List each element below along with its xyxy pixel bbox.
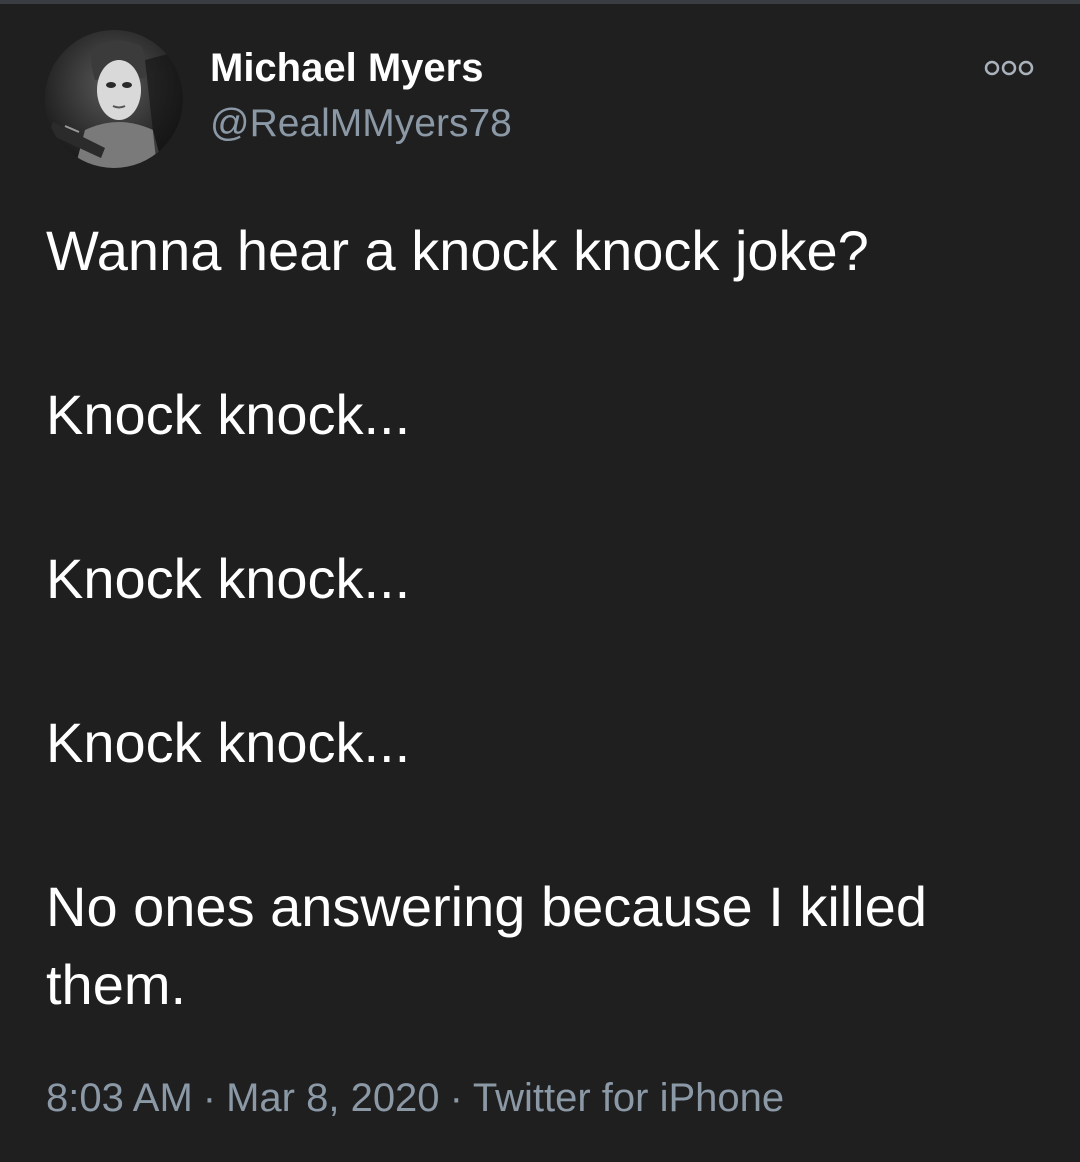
tweet-line: No ones answering because I killed — [46, 875, 927, 938]
tweet-metadata: 8:03 AM · Mar 8, 2020 · Twitter for iPhone — [46, 1072, 784, 1124]
tweet-line: them. — [46, 953, 187, 1016]
tweet-time[interactable]: 8:03 AM — [46, 1076, 193, 1120]
user-handle[interactable]: @RealMMyers78 — [210, 100, 512, 148]
tweet-line: Knock knock... — [46, 711, 411, 774]
top-divider — [0, 0, 1080, 4]
avatar-image — [45, 30, 183, 168]
tweet-source-link[interactable]: Twitter for iPhone — [473, 1076, 784, 1120]
tweet-text: Wanna hear a knock knock joke? Knock kno… — [46, 212, 1046, 1024]
tweet-date[interactable]: Mar 8, 2020 — [226, 1076, 439, 1120]
separator: · — [449, 1076, 463, 1120]
separator: · — [202, 1076, 217, 1120]
tweet-line: Wanna hear a knock knock joke? — [46, 219, 869, 282]
display-name[interactable]: Michael Myers — [210, 44, 483, 92]
more-options-button[interactable] — [978, 52, 1040, 82]
avatar[interactable] — [45, 30, 183, 168]
tweet-line: Knock knock... — [46, 383, 411, 446]
more-horizontal-icon — [984, 60, 1034, 76]
tweet-line: Knock knock... — [46, 547, 411, 610]
